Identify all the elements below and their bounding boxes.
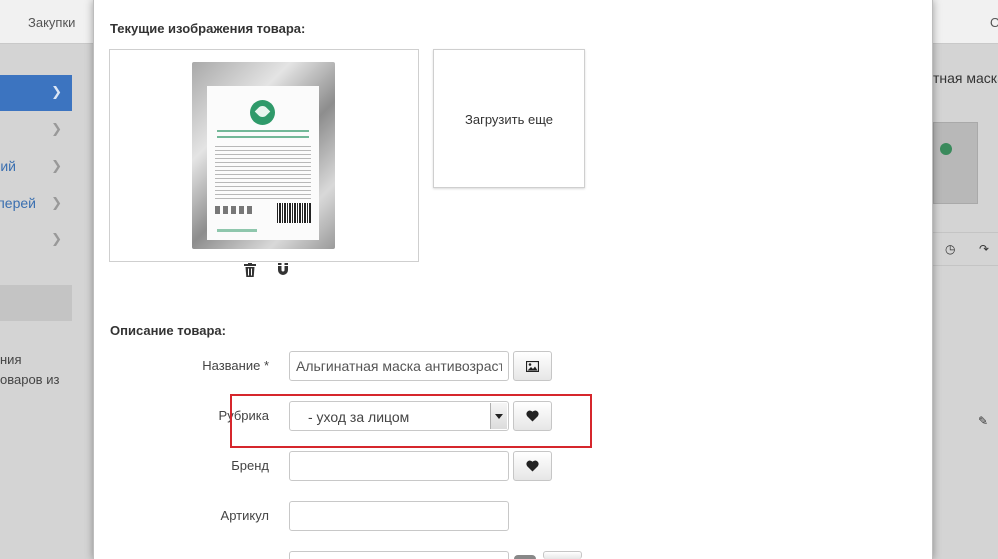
name-input[interactable]: [289, 351, 509, 381]
category-label: Рубрика: [218, 408, 269, 423]
brand-favorite-button[interactable]: [513, 451, 552, 481]
current-images-title: Текущие изображения товара:: [110, 21, 306, 36]
sidebar-item[interactable]: ❯: [0, 112, 72, 148]
trash-icon[interactable]: [244, 263, 256, 277]
edit-icon[interactable]: ✎: [978, 414, 988, 428]
sidebar-text: оваров из: [0, 372, 60, 387]
heart-icon: [526, 410, 539, 422]
chevron-right-icon: ❯: [51, 84, 62, 99]
insert-image-button[interactable]: [513, 351, 552, 381]
name-label: Название *: [202, 358, 269, 373]
category-favorite-button[interactable]: [513, 401, 552, 431]
toggle-switch[interactable]: [514, 555, 536, 559]
chevron-right-icon: ❯: [51, 231, 62, 246]
sidebar-text: ния: [0, 352, 22, 367]
share-icon[interactable]: ↷: [979, 242, 989, 256]
sidebar-item[interactable]: ❯: [0, 222, 72, 258]
chevron-right-icon: ❯: [51, 158, 62, 173]
sidebar-item-active[interactable]: ❯: [0, 75, 72, 111]
dropdown-arrow-icon[interactable]: [490, 403, 507, 429]
upload-more-label: Загрузить еще: [465, 112, 553, 127]
magnet-icon[interactable]: [277, 263, 289, 277]
clock-icon[interactable]: ◷: [945, 242, 955, 256]
product-description-title: Описание товара:: [110, 323, 226, 338]
sidebar-item-categories[interactable]: ий ❯: [0, 149, 72, 185]
chevron-right-icon: ❯: [51, 195, 62, 210]
background-product-panel: тная маска ◷ ↷ ✎: [933, 44, 998, 559]
brand-label: Бренд: [231, 458, 269, 473]
edit-product-modal: Текущие изображения товара: Загрузить ещ…: [93, 0, 933, 559]
product-title-partial: тная маска: [933, 70, 998, 86]
sidebar-section-header: [0, 285, 72, 321]
product-toolbar: ◷ ↷: [933, 232, 998, 266]
sku-input[interactable]: [289, 501, 509, 531]
category-select[interactable]: - уход за лицом: [289, 401, 509, 431]
image-icon: [526, 360, 539, 372]
category-selected-value: - уход за лицом: [308, 409, 410, 425]
topbar-right-link[interactable]: О: [990, 15, 998, 30]
purchases-link[interactable]: Закупки: [28, 15, 75, 30]
sidebar-item-galleries[interactable]: лерей ❯: [0, 186, 72, 222]
brand-input[interactable]: [289, 451, 509, 481]
next-field-input[interactable]: [289, 551, 509, 559]
product-image: [192, 62, 335, 249]
sku-label: Артикул: [220, 508, 269, 523]
upload-more-button[interactable]: Загрузить еще: [433, 49, 585, 188]
sidebar-item-label: лерей: [0, 195, 36, 211]
product-thumbnail[interactable]: [933, 122, 978, 204]
sidebar-item-label: ий: [0, 158, 16, 174]
chevron-right-icon: ❯: [51, 121, 62, 136]
product-image-frame: [109, 49, 419, 262]
next-field-button[interactable]: [543, 551, 582, 559]
heart-icon: [526, 460, 539, 472]
